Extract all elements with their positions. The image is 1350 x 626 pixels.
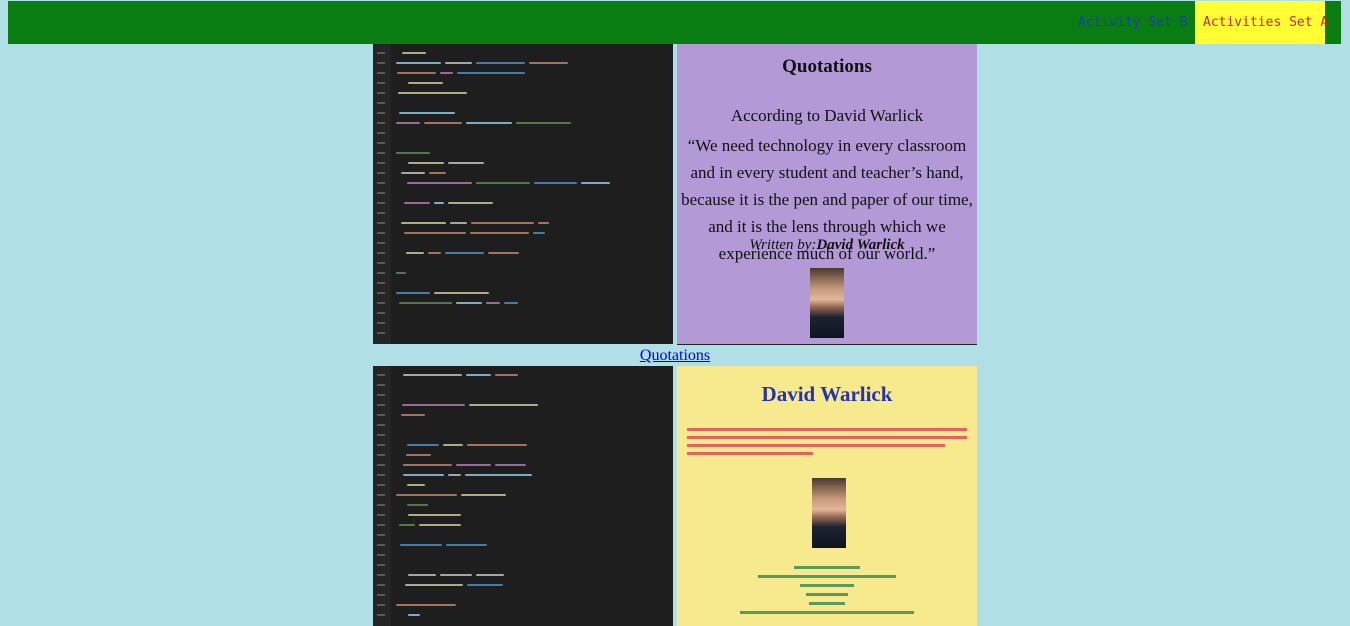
bio-title: David Warlick — [761, 382, 893, 406]
quote-written-by: Written by:David Warlick — [749, 237, 905, 253]
nav-link-activity-set-b[interactable]: Activity Set B — [1062, 1, 1204, 44]
author-photo — [812, 478, 846, 548]
code-screenshot-2 — [373, 366, 673, 626]
biography-screenshot: David Warlick — [677, 366, 977, 626]
quotation-screenshot: Quotations According to David Warlick “W… — [677, 44, 977, 345]
nav-link-activities-set-a[interactable]: Activities Set A — [1195, 1, 1328, 44]
code-screenshot-1 — [373, 44, 673, 344]
bio-facts-blur — [677, 562, 977, 620]
quotations-link[interactable]: Quotations — [640, 347, 710, 364]
author-photo — [810, 268, 844, 338]
quote-title: Quotations — [782, 56, 872, 77]
caption: Quotations — [0, 347, 1350, 365]
bio-text-blur — [687, 426, 967, 460]
top-nav: Activity Set B Activities Set A — [8, 1, 1341, 44]
quote-according-to: According to David Warlick — [730, 106, 924, 125]
